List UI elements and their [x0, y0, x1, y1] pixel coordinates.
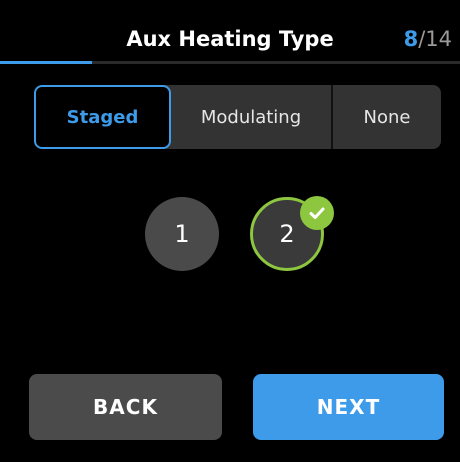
option-modulating[interactable]: Modulating — [171, 85, 333, 149]
stage-1-button[interactable]: 1 — [145, 197, 219, 271]
step-counter: 8/14 — [404, 24, 452, 54]
step-total: 14 — [425, 27, 452, 51]
option-staged[interactable]: Staged — [34, 85, 171, 149]
page-title: Aux Heating Type — [126, 27, 334, 51]
progress-bar — [0, 61, 460, 64]
next-button[interactable]: NEXT — [253, 374, 444, 440]
step-current: 8 — [403, 27, 419, 51]
aux-heating-type-selector: Staged Modulating None — [34, 85, 441, 149]
progress-bar-fill — [0, 61, 92, 64]
back-button[interactable]: BACK — [29, 374, 222, 440]
option-none[interactable]: None — [333, 85, 441, 149]
check-icon — [300, 196, 334, 230]
